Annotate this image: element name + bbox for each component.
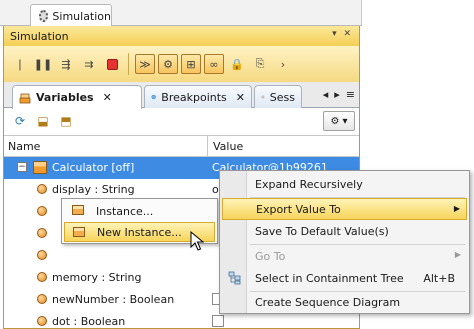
export-icon[interactable]: ⎘ (250, 54, 270, 74)
toolbar-separator (128, 53, 129, 75)
table-header: Name Value (4, 135, 359, 157)
new-instance-icon (73, 227, 85, 237)
debug-tab-bar: Variables ✕ Breakpoints ✕ Sess ◂ ▸ ≡ (4, 82, 359, 109)
menu-item-create-sequence-diagram[interactable]: Create Sequence Diagram (222, 291, 467, 313)
refresh-icon[interactable]: ⟳ (12, 113, 28, 129)
connector-icon[interactable]: ∞ (204, 54, 224, 74)
menu-item-label: Select in Containment Tree (255, 271, 404, 285)
property-icon (37, 228, 47, 238)
column-header-value[interactable]: Value (213, 140, 243, 153)
sessions-gear-icon (261, 95, 265, 99)
menu-item-label: Export Value To (256, 202, 341, 216)
mouse-pointer-icon (190, 231, 204, 251)
row-name: dot : Boolean (52, 315, 126, 328)
lock-icon[interactable]: 🔒 (227, 54, 247, 74)
context-menu: Expand Recursively Export Value To ▶ Sav… (219, 170, 470, 314)
menu-item-export-value-to[interactable]: Export Value To ▶ (222, 198, 467, 220)
row-name: display : String (52, 183, 135, 196)
tab-breakpoints-label: Breakpoints (161, 90, 227, 104)
menu-item-label: Create Sequence Diagram (255, 295, 401, 309)
panel-title-bar: Simulation ▾ ✕ (4, 26, 359, 46)
property-icon (37, 294, 47, 304)
panel-title: Simulation (10, 29, 69, 43)
menu-shortcut: Alt+B (423, 272, 455, 285)
tab-sessions-label: Sess (269, 90, 295, 104)
menu-item-save-default[interactable]: Save To Default Value(s) (222, 220, 467, 242)
collapse-icon[interactable]: − (17, 162, 27, 172)
instance-icon (72, 205, 84, 215)
menu-item-label: Go To (255, 249, 286, 263)
submenu-arrow-icon: ▶ (454, 250, 461, 259)
tab-variables[interactable]: Variables ✕ (12, 85, 142, 109)
step-back-icon[interactable]: ❘ (10, 54, 30, 74)
tab-list-icon[interactable]: ≡ (346, 88, 355, 101)
row-name: memory : String (52, 271, 142, 284)
chevron-down-icon: ▾ (342, 115, 348, 127)
simulation-outer-tab[interactable]: Simulation (30, 4, 112, 27)
class-icon (33, 161, 47, 174)
options-dropdown-button[interactable]: ⚙ ▾ (323, 111, 355, 131)
tab-variables-label: Variables (36, 91, 94, 104)
auto-start-icon[interactable]: ⚙ (158, 54, 178, 74)
menu-item-new-instance-label: New Instance... (97, 225, 182, 239)
export-values-icon[interactable]: ⬓ (35, 113, 51, 129)
menu-item-instance-label: Instance... (96, 204, 154, 218)
animation-toggle-icon[interactable]: ≫ (135, 54, 155, 74)
tree-view-icon[interactable]: ⊞ (181, 54, 201, 74)
row-name: newNumber : Boolean (52, 293, 175, 306)
tab-navigation: ◂ ▸ ≡ (323, 88, 355, 101)
menu-item-select-in-containment-tree[interactable]: Select in Containment Tree Alt+B (222, 267, 467, 289)
outer-tab-bar: Simulation (0, 0, 362, 27)
tab-breakpoints[interactable]: Breakpoints ✕ (144, 85, 252, 108)
menu-item-label: Expand Recursively (255, 177, 363, 191)
menu-item-go-to[interactable]: Go To ▶ (222, 245, 467, 267)
simulation-window: Simulation Simulation ▾ ✕ ❘ ❚❚ ⇶ ⇉ ≫ ⚙ ⊞… (0, 0, 474, 329)
outer-tab-label: Simulation (52, 9, 111, 23)
close-icon[interactable]: ✕ (236, 91, 245, 104)
column-divider[interactable] (207, 136, 208, 157)
pause-icon[interactable]: ❚❚ (33, 54, 53, 74)
menu-item-expand-recursively[interactable]: Expand Recursively (222, 173, 467, 195)
simulation-toolbar: ❘ ❚❚ ⇶ ⇉ ≫ ⚙ ⊞ ∞ 🔒 ⎘ › (4, 46, 359, 82)
property-icon (37, 184, 47, 194)
property-icon (37, 272, 47, 282)
import-values-icon[interactable]: ⬒ (58, 113, 74, 129)
variables-toolbar: ⟳ ⬓ ⬒ ⚙ ▾ (4, 109, 359, 133)
stop-icon (106, 58, 118, 70)
menu-item-instance[interactable]: Instance... (64, 201, 215, 221)
property-icon (37, 250, 47, 260)
panel-window-controls-icon[interactable]: ▾ ✕ (332, 29, 353, 39)
property-icon (37, 206, 47, 216)
stop-button[interactable] (102, 54, 122, 74)
close-icon[interactable]: ✕ (103, 91, 112, 104)
breakpoints-icon (151, 94, 156, 100)
options-gear-icon: ⚙ (330, 115, 340, 127)
more-icon[interactable]: › (273, 54, 293, 74)
containment-tree-icon (228, 271, 241, 285)
step-into-icon[interactable]: ⇶ (56, 54, 76, 74)
menu-item-label: Save To Default Value(s) (255, 224, 389, 238)
column-header-name[interactable]: Name (8, 140, 40, 153)
step-over-icon[interactable]: ⇉ (79, 54, 99, 74)
property-icon (37, 316, 47, 326)
tab-scroll-left-icon[interactable]: ◂ (323, 88, 329, 101)
value-checkbox[interactable] (212, 315, 224, 327)
variables-icon (19, 93, 31, 103)
tab-scroll-right-icon[interactable]: ▸ (334, 88, 340, 101)
simulation-gear-icon (39, 10, 49, 22)
tab-sessions[interactable]: Sess (254, 85, 302, 108)
submenu-arrow-icon: ▶ (453, 204, 460, 213)
row-name: Calculator [off] (52, 161, 135, 174)
